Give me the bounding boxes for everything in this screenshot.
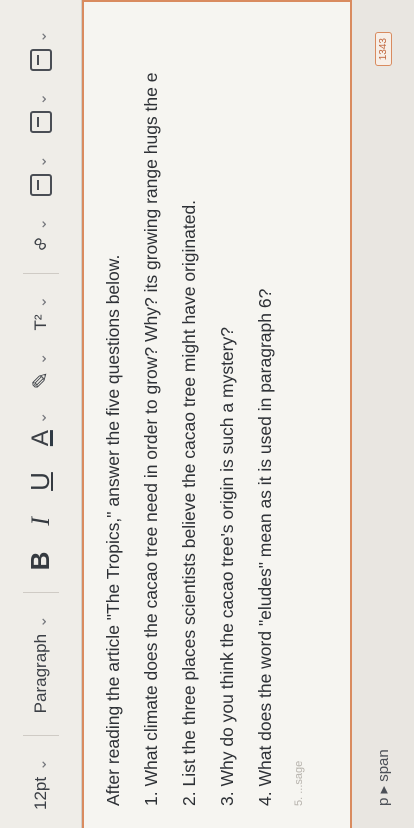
instruction-line: After reading the article "The Tropics,"… <box>103 254 123 806</box>
faded-line: 5. ...sage <box>293 760 305 806</box>
word-count-badge[interactable]: 1343 <box>374 32 392 67</box>
chevron-down-icon: ⌄ <box>32 758 50 771</box>
text-color-button[interactable]: A ⌄ <box>27 412 55 447</box>
image-button[interactable]: ⌄ <box>29 155 52 197</box>
image-icon <box>29 174 52 197</box>
highlight-button[interactable]: ✎ ⌄ <box>28 353 54 390</box>
element-path[interactable]: p ▸ span <box>374 749 392 806</box>
media-icon <box>29 111 52 134</box>
toolbar-divider <box>22 272 59 274</box>
chevron-down-icon: ⌄ <box>32 92 50 106</box>
rotated-editor-view: 12pt ⌄ Paragraph ⌄ B I U A ⌄ ✎ ⌄ T² ⌄ ∞ … <box>0 0 414 828</box>
block-format-select[interactable]: Paragraph ⌄ <box>31 615 51 713</box>
question-1: 1. What climate does the cacao tree need… <box>141 72 161 806</box>
document-icon <box>29 48 52 71</box>
bold-button[interactable]: B <box>25 552 56 571</box>
chevron-down-icon: ⌄ <box>32 295 50 309</box>
font-size-select[interactable]: 12pt ⌄ <box>31 758 51 810</box>
question-3: 3. Why do you think the cacao tree's ori… <box>217 327 237 806</box>
editor-toolbar: 12pt ⌄ Paragraph ⌄ B I U A ⌄ ✎ ⌄ T² ⌄ ∞ … <box>0 0 82 828</box>
chevron-down-icon: ⌄ <box>32 352 50 366</box>
chevron-down-icon: ⌄ <box>32 411 50 425</box>
underline-button[interactable]: U <box>25 472 56 491</box>
document-button[interactable]: ⌄ <box>29 30 52 71</box>
superscript-button[interactable]: T² ⌄ <box>31 296 51 331</box>
link-icon: ∞ <box>27 231 53 257</box>
rich-text-editor[interactable]: After reading the article "The Tropics,"… <box>82 0 352 828</box>
block-format-label: Paragraph <box>30 633 50 714</box>
superscript-icon: T² <box>30 314 50 331</box>
media-button[interactable]: ⌄ <box>29 92 52 134</box>
chevron-down-icon: ⌄ <box>32 30 50 43</box>
toolbar-divider <box>22 592 59 594</box>
font-size-label: 12pt <box>30 776 50 810</box>
status-bar: p ▸ span 1343 <box>352 0 414 828</box>
toolbar-divider <box>22 735 59 737</box>
chevron-down-icon: ⌄ <box>32 615 50 628</box>
link-button[interactable]: ∞ ⌄ <box>27 218 53 257</box>
italic-button[interactable]: I <box>26 517 56 526</box>
question-4: 4. What does the word "eludes" mean as i… <box>255 288 275 806</box>
question-2: 2. List the three places scientists beli… <box>179 199 199 806</box>
chevron-down-icon: ⌄ <box>32 218 50 231</box>
chevron-down-icon: ⌄ <box>32 155 50 169</box>
text-color-icon: A <box>26 430 54 447</box>
highlighter-icon: ✎ <box>27 371 53 390</box>
